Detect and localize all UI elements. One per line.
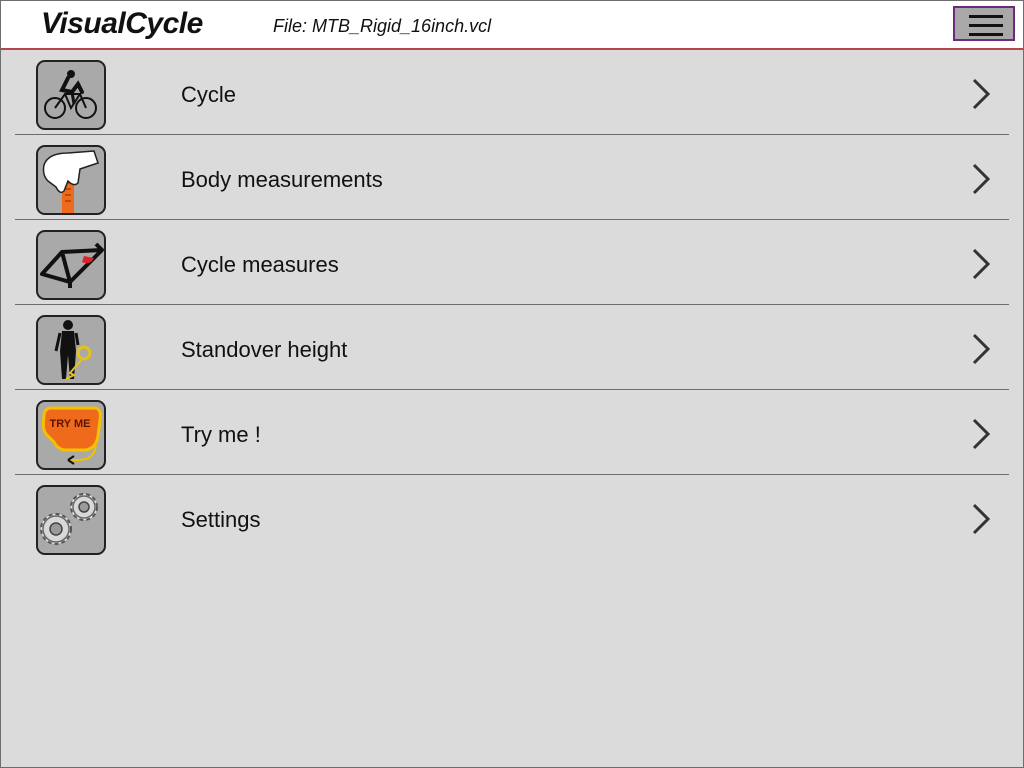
menu-item-body-measurements[interactable]: Body measurements bbox=[1, 135, 1023, 220]
chevron-right-icon bbox=[972, 333, 991, 365]
main-menu-list: Cycle Body measurements Cycle measures S… bbox=[1, 50, 1023, 560]
menu-item-cycle-measures[interactable]: Cycle measures bbox=[1, 220, 1023, 305]
chevron-right-icon bbox=[972, 163, 991, 195]
menu-item-label: Standover height bbox=[181, 337, 348, 362]
app-title: VisualCycle bbox=[41, 7, 203, 40]
chevron-right-icon bbox=[972, 78, 991, 110]
standover-person-icon bbox=[36, 315, 106, 385]
menu-item-label: Body measurements bbox=[181, 167, 383, 192]
menu-item-try-me[interactable]: TRY ME Try me ! bbox=[1, 390, 1023, 475]
chevron-right-icon bbox=[972, 418, 991, 450]
menu-item-label: Cycle bbox=[181, 82, 237, 107]
menu-item-label: Settings bbox=[181, 507, 261, 532]
gears-icon bbox=[36, 485, 106, 555]
try-me-bubble-icon: TRY ME bbox=[36, 400, 106, 470]
menu-item-label: Try me ! bbox=[181, 422, 261, 447]
chevron-right-icon bbox=[972, 248, 991, 280]
header-bar: VisualCycle File: MTB_Rigid_16inch.vcl bbox=[1, 1, 1023, 50]
menu-item-label: Cycle measures bbox=[181, 252, 339, 277]
menu-item-settings[interactable]: Settings bbox=[1, 475, 1023, 560]
cyclist-icon bbox=[36, 60, 106, 130]
hamburger-icon bbox=[969, 15, 1003, 36]
chevron-right-icon bbox=[972, 503, 991, 535]
app-window: VisualCycle File: MTB_Rigid_16inch.vcl C… bbox=[0, 0, 1024, 768]
try-me-icon-text: TRY ME bbox=[50, 418, 91, 430]
hand-measuring-icon bbox=[36, 145, 106, 215]
menu-item-cycle[interactable]: Cycle bbox=[1, 50, 1023, 135]
file-name-label: File: MTB_Rigid_16inch.vcl bbox=[273, 16, 492, 36]
hamburger-menu-button[interactable] bbox=[953, 6, 1015, 41]
menu-item-standover-height[interactable]: Standover height bbox=[1, 305, 1023, 390]
bike-frame-icon bbox=[36, 230, 106, 300]
